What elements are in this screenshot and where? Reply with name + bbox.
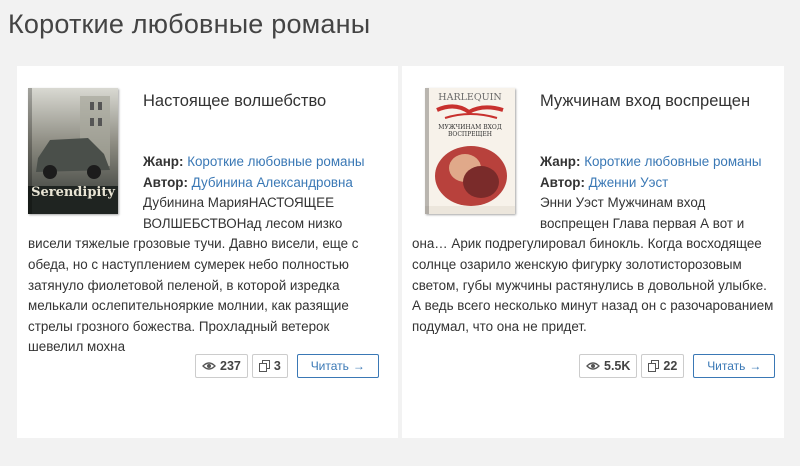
comments-count: 22 xyxy=(641,354,685,378)
book-title[interactable]: Настоящее волшебство xyxy=(143,91,326,111)
book-card: Serendipity Настоящее волшебство Жанр: К… xyxy=(17,66,398,438)
views-count: 5.5K xyxy=(579,354,638,378)
comments-count: 3 xyxy=(251,354,288,378)
copy-icon xyxy=(258,360,270,372)
genre-link[interactable]: Короткие любовные романы xyxy=(187,154,364,169)
copy-icon xyxy=(648,360,660,372)
read-label: Читать xyxy=(707,359,746,373)
comments-value: 3 xyxy=(273,359,281,373)
read-button[interactable]: Читать → xyxy=(296,354,379,378)
views-count: 237 xyxy=(195,354,248,378)
book-actions: 5.5K 22 Читать → xyxy=(579,354,776,378)
author-link[interactable]: Дубинина Александровна xyxy=(192,175,353,190)
book-description: Жанр: Короткие любовные романы Автор: Дж… xyxy=(412,152,777,337)
author-link[interactable]: Дженни Уэст xyxy=(589,175,669,190)
book-title[interactable]: Мужчинам вход воспрещен xyxy=(540,91,750,111)
eye-icon xyxy=(586,361,600,371)
page-title: Короткие любовные романы xyxy=(8,9,371,39)
genre-link[interactable]: Короткие любовные романы xyxy=(584,154,761,169)
arrow-right-icon: → xyxy=(352,359,365,373)
cover-brand: HARLEQUIN xyxy=(438,92,501,103)
eye-icon xyxy=(202,361,216,371)
book-actions: 237 3 Читать → xyxy=(195,354,379,378)
views-value: 5.5K xyxy=(604,359,631,373)
comments-value: 22 xyxy=(663,359,678,373)
cover-title: МУЖЧИНАМ ВХОД ВОСПРЕЩЕН xyxy=(438,124,502,138)
genre-label: Жанр: xyxy=(143,154,184,169)
book-card: HARLEQUIN МУЖЧИНАМ ВХОД ВОСПРЕЩЕН Мужчин… xyxy=(402,66,784,438)
read-label: Читать xyxy=(310,359,349,373)
book-description: Жанр: Короткие любовные романы Автор: Ду… xyxy=(28,152,386,358)
arrow-right-icon: → xyxy=(749,359,762,373)
author-label: Автор: xyxy=(540,174,585,190)
views-value: 237 xyxy=(220,359,241,373)
read-button[interactable]: Читать → xyxy=(693,354,776,378)
genre-label: Жанр: xyxy=(540,154,581,169)
author-label: Автор: xyxy=(143,174,188,190)
